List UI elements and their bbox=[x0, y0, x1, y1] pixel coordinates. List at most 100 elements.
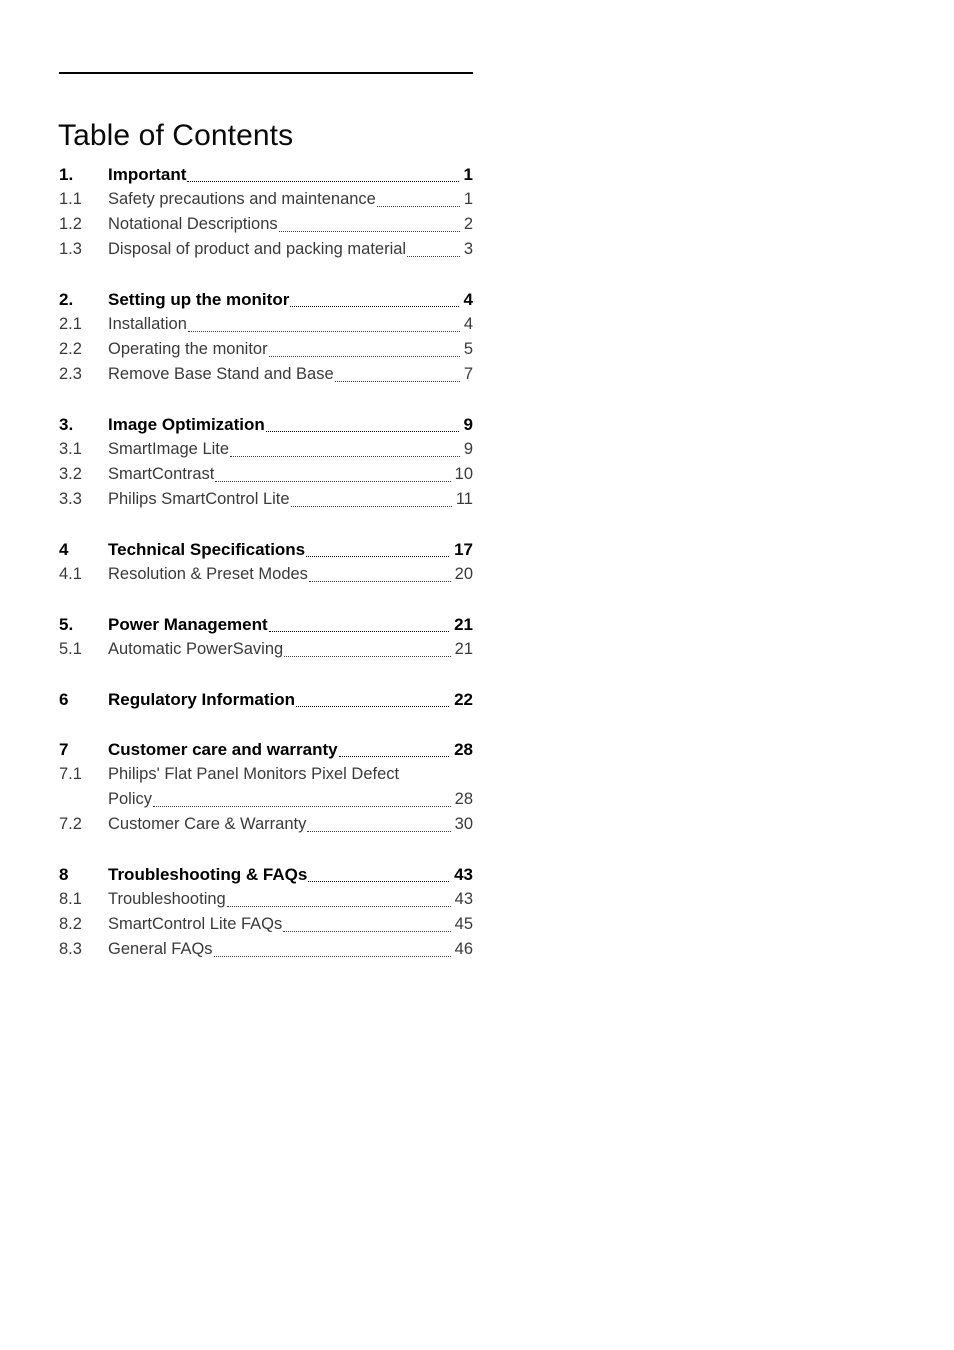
toc-group: 3. Image Optimization 9 3.1 SmartImage Lite 9… bbox=[59, 412, 473, 512]
toc-dot-leader bbox=[400, 762, 460, 787]
toc-entry-sub[interactable]: 1.1 Safety precautions and maintenance 1 bbox=[59, 187, 473, 212]
toc-entry-major[interactable]: 4 Technical Specifications 17 bbox=[59, 537, 473, 562]
toc-entry-sub[interactable]: 3.1 SmartImage Lite 9 bbox=[59, 437, 473, 462]
toc-entry-page-number: 21 bbox=[454, 615, 473, 634]
toc-entry-page-number: 30 bbox=[454, 815, 473, 833]
toc-entry-page-number: 20 bbox=[454, 565, 473, 583]
toc-entry-number: 8.1 bbox=[59, 890, 82, 908]
toc-entry-label: SmartContrast bbox=[108, 465, 215, 483]
toc-entry-label: Troubleshooting bbox=[108, 890, 226, 908]
toc-dot-leader bbox=[153, 787, 451, 812]
toc-entry-label: Image Optimization bbox=[108, 415, 265, 434]
toc-entry-label: Operating the monitor bbox=[108, 340, 268, 358]
toc-entry-number: 4.1 bbox=[59, 565, 82, 583]
toc-entry-label: SmartControl Lite FAQs bbox=[108, 915, 283, 933]
toc-entry-label: Power Management bbox=[108, 615, 268, 634]
toc-dot-leader bbox=[296, 687, 450, 712]
toc-entry-number: 4 bbox=[59, 540, 69, 559]
toc-entry-number: 6 bbox=[59, 690, 69, 709]
toc-group: 6 Regulatory Information 22 bbox=[59, 687, 473, 712]
toc-dot-leader bbox=[268, 337, 460, 362]
toc-dot-leader bbox=[376, 187, 460, 212]
toc-entry-sub[interactable]: 1.2 Notational Descriptions 2 bbox=[59, 212, 473, 237]
toc-entry-sub[interactable]: 3.2 SmartContrast 10 bbox=[59, 462, 473, 487]
toc-entry-page-number: 43 bbox=[454, 890, 473, 908]
toc-entry-number: 7 bbox=[59, 740, 69, 759]
toc-dot-leader bbox=[226, 887, 451, 912]
document-page: Table of Contents 1. Important 1 1.1 Safety … bbox=[0, 0, 954, 1350]
toc-entry-sub[interactable]: Policy 28 bbox=[59, 787, 473, 812]
toc-entry-number: 3.1 bbox=[59, 440, 82, 458]
toc-entry-sub[interactable]: 8.2 SmartControl Lite FAQs 45 bbox=[59, 912, 473, 937]
toc-entry-number: 2. bbox=[59, 290, 74, 309]
toc-entry-label: SmartImage Lite bbox=[108, 440, 230, 458]
toc-entry-major[interactable]: 5. Power Management 21 bbox=[59, 612, 473, 637]
toc-dot-leader bbox=[265, 412, 459, 437]
toc-entry-number: 7.1 bbox=[59, 765, 82, 783]
toc-entry-number: 2.1 bbox=[59, 315, 82, 333]
toc-entry-major[interactable]: 1. Important 1 bbox=[59, 162, 473, 187]
toc-entry-page-number: 28 bbox=[454, 790, 473, 808]
toc-dot-leader bbox=[187, 162, 459, 187]
toc-entry-sub[interactable]: 1.3 Disposal of product and packing mater… bbox=[59, 237, 473, 262]
toc-dot-leader bbox=[284, 637, 451, 662]
toc-entry-page-number: 10 bbox=[454, 465, 473, 483]
toc-entry-number: 1.3 bbox=[59, 240, 82, 258]
toc-dot-leader bbox=[338, 737, 450, 762]
toc-group: 7 Customer care and warranty 28 7.1 Philips'… bbox=[59, 737, 473, 837]
toc-entry-number: 8.3 bbox=[59, 940, 82, 958]
toc-entry-page-number: 17 bbox=[454, 540, 473, 559]
toc-entry-sub[interactable]: 8.3 General FAQs 46 bbox=[59, 937, 473, 962]
toc-entry-sub[interactable]: 2.2 Operating the monitor 5 bbox=[59, 337, 473, 362]
toc-entry-page-number: 4 bbox=[463, 315, 473, 333]
toc-dot-leader bbox=[278, 212, 460, 237]
toc-group: 8 Troubleshooting & FAQs 43 8.1 Troubleshoot… bbox=[59, 862, 473, 962]
toc-entry-label: Automatic PowerSaving bbox=[108, 640, 284, 658]
toc-entry-number: 3.3 bbox=[59, 490, 82, 508]
toc-entry-major[interactable]: 6 Regulatory Information 22 bbox=[59, 687, 473, 712]
toc-entry-label: Installation bbox=[108, 315, 187, 333]
toc-entry-sub[interactable]: 2.1 Installation 4 bbox=[59, 312, 473, 337]
toc-entry-sub[interactable]: 3.3 Philips SmartControl Lite 11 bbox=[59, 487, 473, 512]
toc-entry-page-number: 43 bbox=[454, 865, 473, 884]
toc-entry-page-number: 11 bbox=[455, 490, 473, 508]
toc-entry-sub[interactable]: 5.1 Automatic PowerSaving 21 bbox=[59, 637, 473, 662]
toc-entry-page-number: 1 bbox=[463, 165, 473, 184]
toc-entry-page-number: 1 bbox=[463, 190, 473, 208]
toc-entry-label: Customer Care & Warranty bbox=[108, 815, 307, 833]
toc-entry-sub[interactable]: 4.1 Resolution & Preset Modes 20 bbox=[59, 562, 473, 587]
toc-entry-major[interactable]: 8 Troubleshooting & FAQs 43 bbox=[59, 862, 473, 887]
toc-entry-number: 2.3 bbox=[59, 365, 82, 383]
toc-entry-major[interactable]: 2. Setting up the monitor 4 bbox=[59, 287, 473, 312]
toc-entry-page-number: 9 bbox=[463, 415, 473, 434]
toc-entry-number: 5. bbox=[59, 615, 74, 634]
table-of-contents: 1. Important 1 1.1 Safety precautions and ma… bbox=[59, 162, 473, 962]
toc-entry-sub[interactable]: 8.1 Troubleshooting 43 bbox=[59, 887, 473, 912]
toc-entry-label: Technical Specifications bbox=[108, 540, 306, 559]
toc-entry-label: Policy bbox=[108, 790, 153, 808]
toc-entry-sub[interactable]: 2.3 Remove Base Stand and Base 7 bbox=[59, 362, 473, 387]
toc-entry-label: Philips SmartControl Lite bbox=[108, 490, 290, 508]
toc-entry-number: 1. bbox=[59, 165, 74, 184]
toc-dot-leader bbox=[290, 287, 459, 312]
toc-dot-leader bbox=[308, 862, 449, 887]
toc-entry-page-number: 3 bbox=[463, 240, 473, 258]
toc-entry-major[interactable]: 7 Customer care and warranty 28 bbox=[59, 737, 473, 762]
toc-dot-leader bbox=[268, 612, 450, 637]
toc-dot-leader bbox=[187, 312, 460, 337]
toc-entry-page-number: 45 bbox=[454, 915, 473, 933]
toc-group: 5. Power Management 21 5.1 Automatic PowerSa… bbox=[59, 612, 473, 662]
toc-entry-sub[interactable]: 7.2 Customer Care & Warranty 30 bbox=[59, 812, 473, 837]
toc-entry-label: Important bbox=[108, 165, 187, 184]
toc-group: 2. Setting up the monitor 4 2.1 Installation… bbox=[59, 287, 473, 387]
toc-entry-label: General FAQs bbox=[108, 940, 213, 958]
toc-group: 1. Important 1 1.1 Safety precautions and ma… bbox=[59, 162, 473, 262]
toc-entry-number: 5.1 bbox=[59, 640, 82, 658]
toc-entry-sub[interactable]: 7.1 Philips' Flat Panel Monitors Pixel De… bbox=[59, 762, 473, 787]
toc-entry-number: 8.2 bbox=[59, 915, 82, 933]
toc-entry-label: Customer care and warranty bbox=[108, 740, 338, 759]
toc-dot-leader bbox=[407, 237, 460, 262]
toc-entry-label: Philips' Flat Panel Monitors Pixel Defec… bbox=[108, 765, 400, 783]
toc-dot-leader bbox=[283, 912, 451, 937]
toc-entry-major[interactable]: 3. Image Optimization 9 bbox=[59, 412, 473, 437]
